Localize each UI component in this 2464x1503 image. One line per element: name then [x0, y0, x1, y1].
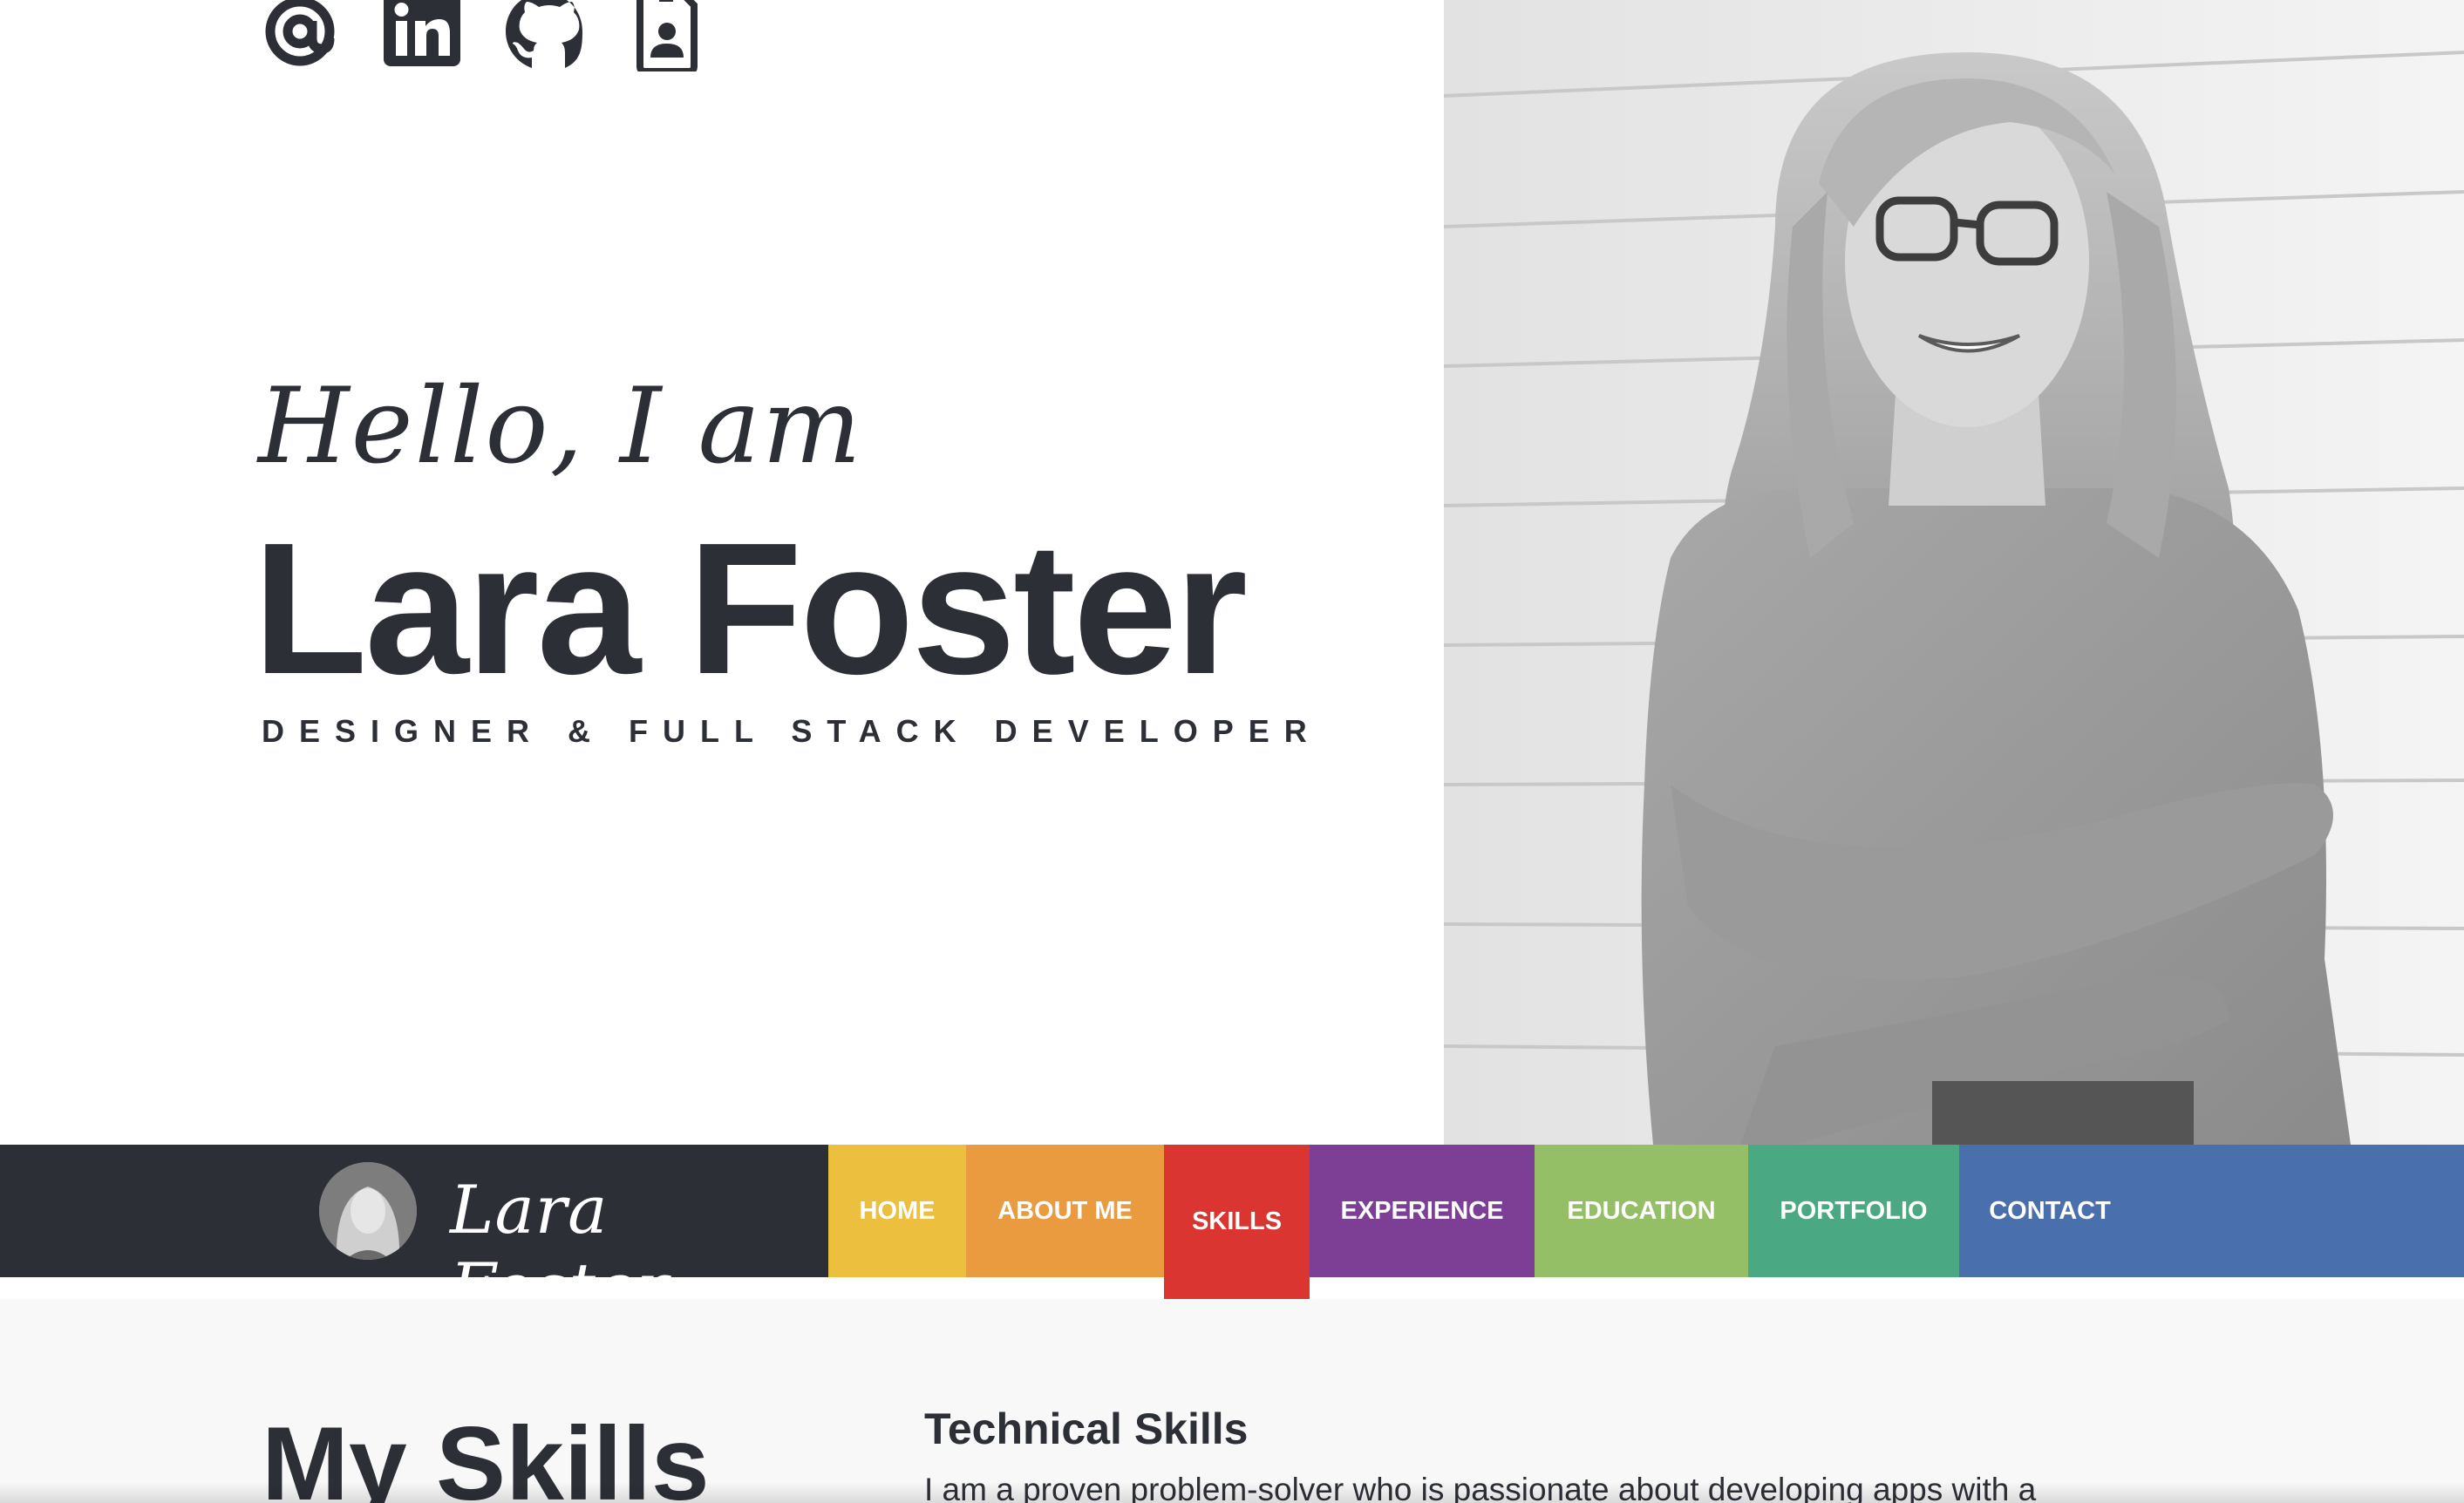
nav-item-education[interactable]: EDUCATION — [1535, 1145, 1748, 1277]
nav-item-about-me[interactable]: ABOUT ME — [966, 1145, 1164, 1277]
email-link[interactable] — [258, 0, 342, 71]
avatar — [319, 1162, 417, 1260]
github-icon — [506, 0, 582, 68]
main-navbar: Lara Foster HOME ABOUT ME SKILLS EXPERIE… — [0, 1145, 2464, 1326]
greeting-text: Hello, I am — [258, 366, 863, 487]
brand-block[interactable]: Lara Foster — [0, 1145, 828, 1326]
nav-item-experience[interactable]: EXPERIENCE — [1310, 1145, 1535, 1277]
linkedin-link[interactable] — [380, 0, 464, 71]
hero-name: Lara Foster — [253, 503, 1248, 713]
nav-menu: HOME ABOUT ME SKILLS EXPERIENCE EDUCATIO… — [828, 1145, 2141, 1299]
github-link[interactable] — [502, 0, 586, 71]
hero-role: DESIGNER & FULL STACK DEVELOPER — [262, 713, 1322, 749]
technical-skills-heading: Technical Skills — [924, 1404, 1249, 1453]
nav-item-home[interactable]: HOME — [828, 1145, 966, 1277]
at-icon — [265, 0, 335, 66]
profile-photo — [1444, 0, 2464, 1145]
nav-item-skills[interactable]: SKILLS — [1164, 1145, 1310, 1299]
linkedin-icon — [384, 0, 460, 66]
scroll-shadow — [0, 1482, 2464, 1503]
resume-link[interactable] — [624, 0, 708, 71]
skills-section: My Skills Technical Skills I am a proven… — [0, 1299, 2464, 1503]
contact-card-icon — [636, 0, 698, 71]
nav-item-portfolio[interactable]: PORTFOLIO — [1748, 1145, 1959, 1277]
social-links — [258, 0, 708, 71]
nav-item-contact[interactable]: CONTACT — [1959, 1145, 2141, 1277]
